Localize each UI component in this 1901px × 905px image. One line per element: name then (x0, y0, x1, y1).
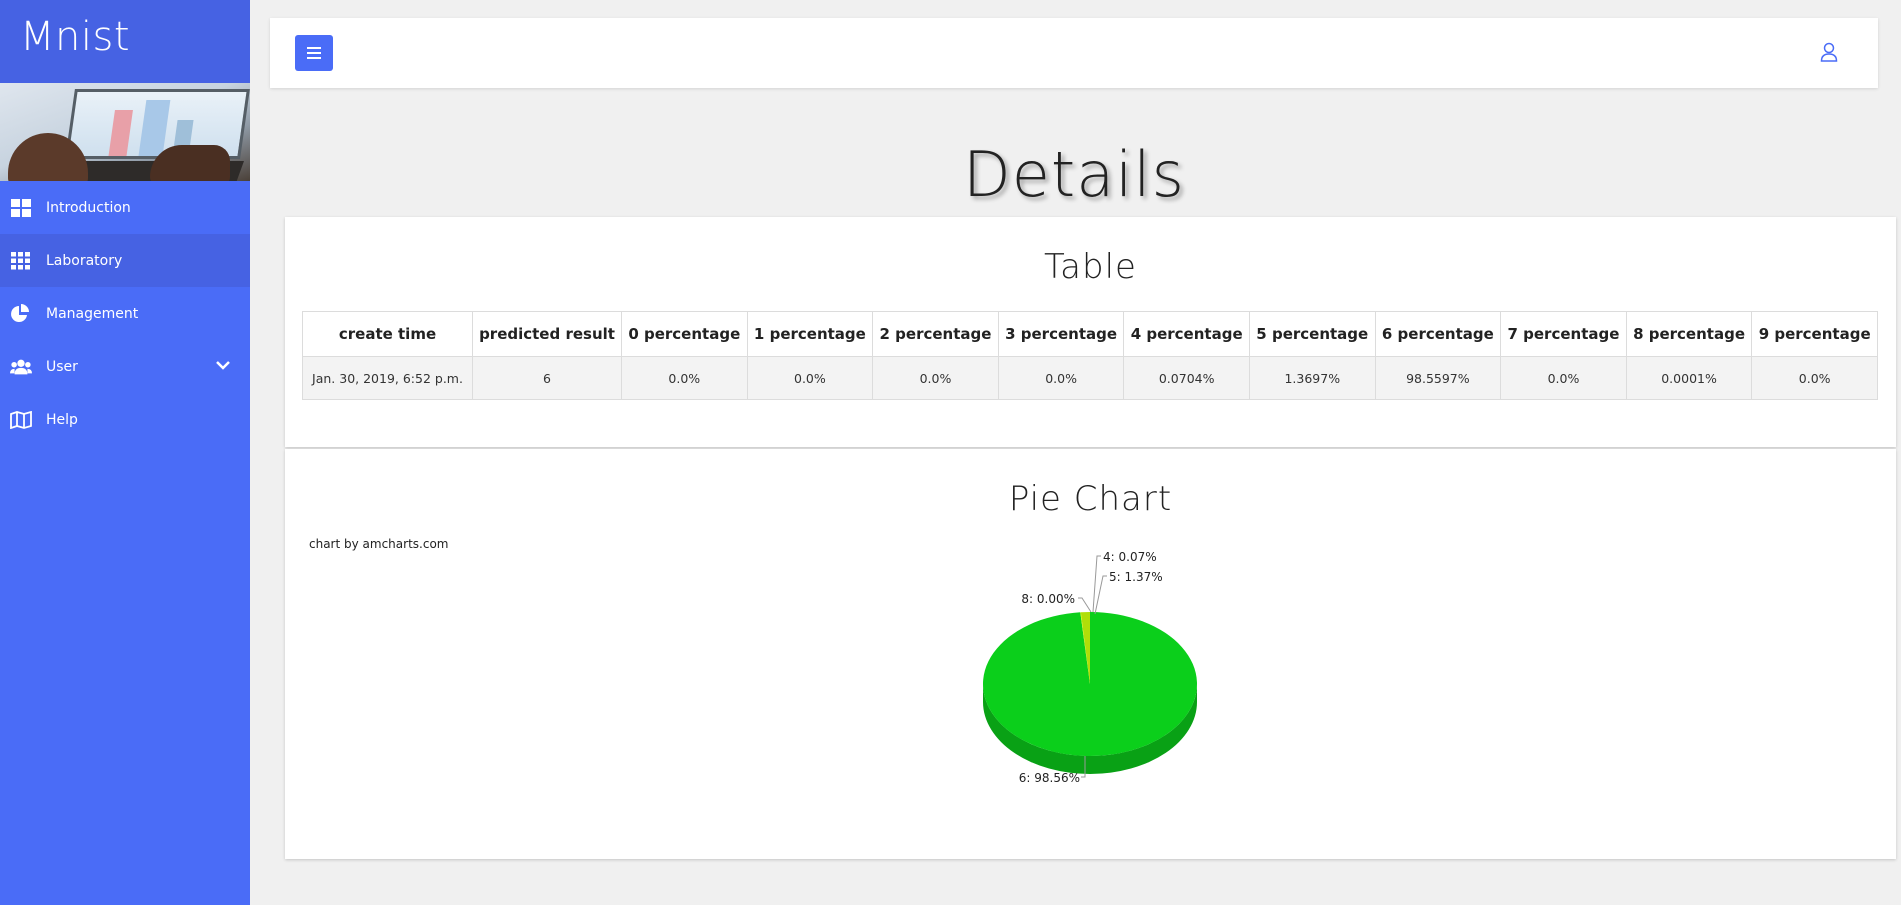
column-header: create time (302, 311, 473, 357)
menu-toggle-button[interactable] (295, 35, 333, 71)
table-cell: 0.0% (1751, 356, 1878, 400)
column-header: 3 percentage (997, 311, 1125, 357)
grid-icon (10, 251, 32, 271)
column-header: 7 percentage (1500, 311, 1627, 357)
map-icon (10, 410, 32, 430)
sidebar-item-label: Management (46, 305, 139, 322)
table-row: Jan. 30, 2019, 6:52 p.m. 6 0.0% 0.0% 0.0… (302, 356, 1878, 400)
table-cell: 0.0% (1500, 356, 1627, 400)
column-header: 2 percentage (872, 311, 999, 357)
sidebar-item-label: User (46, 358, 78, 375)
pie-chart-panel: Pie Chart chart by amcharts.com 4: 0.07%… (285, 449, 1896, 859)
pie-label-leader-line (1094, 575, 1107, 615)
pie-label-leader-line (1078, 597, 1092, 613)
pie-label-4: 4: 0.07% (1103, 550, 1157, 564)
column-header: 4 percentage (1123, 311, 1250, 357)
chevron-down-icon[interactable] (216, 358, 230, 374)
sidebar-nav: Introduction Laboratory Management User (0, 181, 250, 446)
column-header: 1 percentage (746, 311, 874, 357)
pie-label-6: 6: 98.56% (1019, 771, 1080, 785)
results-table: create time predicted result 0 percentag… (302, 311, 1878, 400)
sidebar-item-laboratory[interactable]: Laboratory (0, 234, 250, 287)
sidebar-banner-image (0, 83, 250, 181)
column-header: 8 percentage (1625, 311, 1753, 357)
table-cell: 6 (472, 356, 622, 400)
sidebar-item-management[interactable]: Management (0, 287, 250, 340)
pie-icon (10, 303, 32, 324)
column-header: 5 percentage (1248, 311, 1376, 357)
sidebar-item-label: Introduction (46, 199, 131, 216)
table-cell: 0.0704% (1123, 356, 1250, 400)
table-cell: 0.0% (872, 356, 999, 400)
table-cell: 0.0001% (1625, 356, 1753, 400)
table-cell: 98.5597% (1374, 356, 1502, 400)
sidebar-item-user[interactable]: User (0, 340, 250, 393)
table-cell: Jan. 30, 2019, 6:52 p.m. (302, 356, 473, 400)
pie-chart: 4: 0.07% 5: 1.37% 8: 0.00% 6: 98.56% (983, 550, 1197, 785)
table-cell: 1.3697% (1248, 356, 1376, 400)
table-cell: 0.0% (746, 356, 874, 400)
column-header: 0 percentage (621, 311, 748, 357)
table-cell: 0.0% (997, 356, 1125, 400)
page-title: Details (963, 138, 1185, 211)
pie-label-8: 8: 0.00% (1021, 592, 1075, 606)
hamburger-icon (307, 47, 321, 59)
user-icon (1820, 42, 1838, 62)
table-cell: 0.0% (621, 356, 748, 400)
sidebar-item-introduction[interactable]: Introduction (0, 181, 250, 234)
sidebar-item-help[interactable]: Help (0, 393, 250, 446)
users-icon (10, 357, 32, 377)
app-title[interactable]: Mnist (0, 0, 250, 83)
dashboard-icon (10, 198, 32, 218)
sidebar: Mnist Introduction Laboratory Management (0, 0, 250, 905)
user-button[interactable] (1820, 42, 1840, 64)
column-header: 9 percentage (1751, 311, 1878, 357)
pie-label-5: 5: 1.37% (1109, 570, 1163, 584)
top-bar (270, 18, 1878, 88)
table-panel: Table create time predicted result 0 per… (285, 217, 1896, 447)
column-header: 6 percentage (1374, 311, 1502, 357)
sidebar-item-label: Help (46, 411, 78, 428)
sidebar-item-label: Laboratory (46, 252, 123, 269)
table-header-row: create time predicted result 0 percentag… (302, 311, 1878, 357)
column-header: predicted result (472, 311, 622, 357)
table-title: Table (1044, 247, 1137, 287)
